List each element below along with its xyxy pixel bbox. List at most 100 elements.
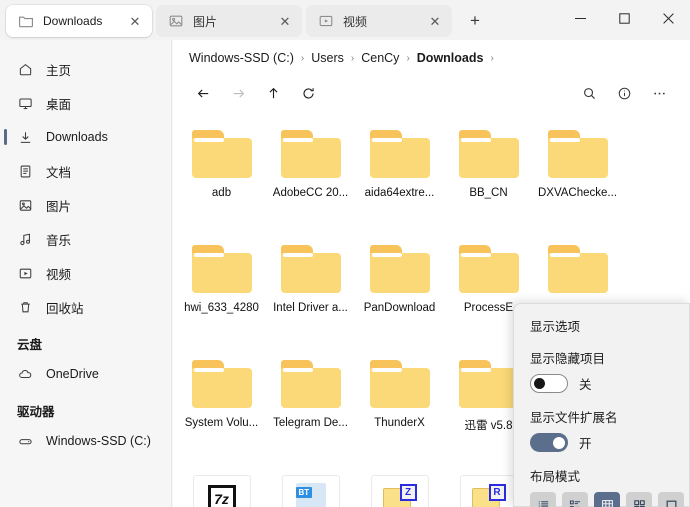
back-button[interactable] — [187, 78, 219, 108]
folder-icon — [547, 245, 608, 293]
breadcrumb-item-user[interactable]: CenCy — [361, 51, 399, 65]
folder-icon — [191, 360, 252, 408]
close-icon[interactable]: ✕ — [126, 12, 144, 30]
file-item[interactable]: System Volu... — [177, 354, 266, 469]
sidebar-item-onedrive[interactable]: OneDrive — [8, 357, 163, 391]
folder-icon — [458, 360, 519, 408]
sidebar-item-windows-ssd[interactable]: Windows-SSD (C:) — [8, 424, 163, 458]
tab-label: 图片 — [193, 14, 218, 29]
file-item[interactable]: BT — [266, 469, 355, 507]
torrent-file-icon: BT — [281, 475, 340, 507]
file-item[interactable]: Z — [355, 469, 444, 507]
file-name: Intel Driver a... — [273, 302, 348, 314]
breadcrumb-item-drive[interactable]: Windows-SSD (C:) — [189, 51, 294, 65]
tab-pictures[interactable]: 图片 ✕ — [156, 5, 302, 37]
sevenzip-file-icon: 7z — [192, 475, 251, 507]
sidebar-item-label: OneDrive — [46, 367, 99, 381]
file-item[interactable]: 7z — [177, 469, 266, 507]
file-name: aida64extre... — [364, 187, 435, 199]
sidebar-item-label: 桌面 — [46, 97, 72, 112]
archive-file-icon: R — [459, 475, 518, 507]
sidebar-item-label: 音乐 — [46, 233, 72, 248]
layout-mode-content-button[interactable] — [658, 492, 684, 507]
file-name: AdobeCC 20... — [272, 187, 349, 199]
archive-file-icon: Z — [370, 475, 429, 507]
breadcrumb[interactable]: Windows-SSD (C:) › Users › CenCy › Downl… — [173, 40, 690, 76]
layout-mode-grid-button[interactable] — [594, 492, 620, 507]
video-icon — [318, 13, 334, 29]
picture-icon — [17, 197, 34, 214]
forward-button[interactable] — [222, 78, 254, 108]
file-item[interactable]: adb — [177, 124, 266, 239]
sidebar-item-videos[interactable]: 视频 — [8, 256, 163, 290]
display-options-popup[interactable]: 显示选项 显示隐藏项目 关 显示文件扩展名 开 布局模式 — [513, 303, 690, 507]
breadcrumb-item-users[interactable]: Users — [311, 51, 344, 65]
folder-icon — [458, 130, 519, 178]
file-item[interactable]: BB_CN — [444, 124, 533, 239]
close-icon[interactable]: ✕ — [276, 12, 294, 30]
file-extensions-label: 显示文件扩展名 — [530, 411, 618, 425]
hidden-items-row: 关 — [530, 374, 689, 393]
folder-icon — [458, 245, 519, 293]
breadcrumb-separator: › — [406, 52, 410, 64]
close-icon[interactable]: ✕ — [426, 12, 444, 30]
sidebar-item-label: 回收站 — [46, 301, 84, 316]
navigation-sidebar[interactable]: 主页 桌面 Downloads 文档 图片 音乐 视频 回收站 云盘 OneDr… — [0, 40, 172, 507]
layout-mode-large-icons-button[interactable] — [626, 492, 652, 507]
file-item[interactable]: Telegram De... — [266, 354, 355, 469]
tab-videos[interactable]: 视频 ✕ — [306, 5, 452, 37]
hidden-items-toggle[interactable] — [530, 374, 568, 393]
layout-mode-details-button[interactable] — [562, 492, 588, 507]
folder-icon — [547, 130, 608, 178]
file-item[interactable]: hwi_633_4280 — [177, 239, 266, 354]
folder-icon — [280, 360, 341, 408]
maximize-button[interactable] — [602, 0, 646, 36]
file-name: System Volu... — [184, 417, 259, 429]
search-button[interactable] — [573, 78, 605, 108]
refresh-button[interactable] — [292, 78, 324, 108]
file-extensions-toggle[interactable] — [530, 433, 568, 452]
cloud-icon — [17, 366, 34, 383]
file-item[interactable]: aida64extre... — [355, 124, 444, 239]
layout-mode-group — [530, 492, 689, 507]
file-item[interactable]: AdobeCC 20... — [266, 124, 355, 239]
new-tab-button[interactable]: + — [460, 7, 490, 35]
drive-icon — [17, 433, 34, 450]
toolbar-right-actions — [573, 78, 678, 108]
up-button[interactable] — [257, 78, 289, 108]
file-item[interactable]: Intel Driver a... — [266, 239, 355, 354]
sidebar-item-music[interactable]: 音乐 — [8, 222, 163, 256]
sidebar-item-recycle-bin[interactable]: 回收站 — [8, 290, 163, 324]
sidebar-item-desktop[interactable]: 桌面 — [8, 86, 163, 120]
folder-icon — [280, 245, 341, 293]
sidebar-item-downloads[interactable]: Downloads — [4, 120, 163, 154]
navigation-toolbar — [173, 76, 690, 110]
file-item[interactable]: DXVAChecke... — [533, 124, 622, 239]
sidebar-item-documents[interactable]: 文档 — [8, 154, 163, 188]
file-name: Telegram De... — [273, 417, 348, 429]
file-item[interactable]: ThunderX — [355, 354, 444, 469]
tab-label: Downloads — [43, 14, 103, 28]
breadcrumb-item-current[interactable]: Downloads — [417, 51, 484, 65]
sidebar-item-label: Downloads — [46, 130, 108, 144]
document-icon — [17, 163, 34, 180]
title-bar: Downloads ✕ 图片 ✕ 视频 ✕ + — [0, 0, 690, 40]
breadcrumb-separator: › — [490, 52, 494, 64]
breadcrumb-separator: › — [300, 52, 305, 64]
tab-downloads[interactable]: Downloads ✕ — [6, 5, 152, 37]
file-item[interactable]: PanDownload — [355, 239, 444, 354]
info-button[interactable] — [608, 78, 640, 108]
folder-icon — [369, 130, 430, 178]
layout-mode-list-button[interactable] — [530, 492, 556, 507]
breadcrumb-separator: › — [350, 52, 355, 64]
close-button[interactable] — [646, 0, 690, 36]
file-extensions-row: 开 — [530, 433, 689, 452]
sidebar-item-pictures[interactable]: 图片 — [8, 188, 163, 222]
minimize-button[interactable] — [558, 0, 602, 36]
sidebar-item-home[interactable]: 主页 — [8, 52, 163, 86]
window-controls — [558, 0, 690, 36]
tab-strip: Downloads ✕ 图片 ✕ 视频 ✕ + — [0, 0, 490, 40]
more-options-button[interactable] — [643, 78, 675, 108]
file-name: adb — [211, 187, 232, 199]
home-icon — [17, 61, 34, 78]
